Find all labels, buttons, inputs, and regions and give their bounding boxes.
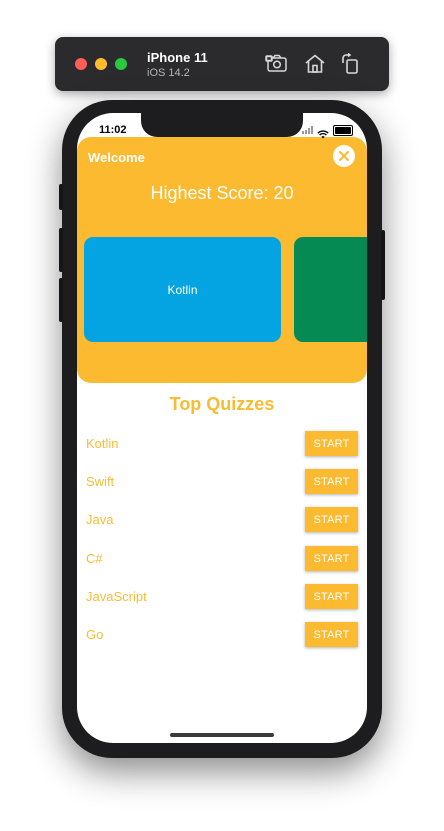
quiz-card[interactable]	[294, 237, 367, 342]
start-button-java[interactable]: START	[305, 507, 358, 532]
zoom-window-button[interactable]	[115, 58, 127, 70]
list-item: Swift START	[77, 469, 367, 495]
list-item: Java START	[77, 507, 367, 533]
list-item: JavaScript START	[77, 584, 367, 610]
signal-icon	[302, 126, 313, 134]
start-button-csharp[interactable]: START	[305, 546, 358, 571]
wifi-icon	[317, 126, 329, 138]
power-button	[381, 230, 385, 300]
list-item: C# START	[77, 546, 367, 572]
start-button-swift[interactable]: START	[305, 469, 358, 494]
start-button-kotlin[interactable]: START	[305, 431, 358, 456]
highest-score: Highest Score: 20	[150, 183, 294, 203]
list-item: Kotlin START	[77, 431, 367, 457]
status-indicators	[302, 124, 353, 138]
status-time: 11:02	[99, 124, 127, 136]
volume-down-button	[59, 278, 63, 322]
notch	[141, 113, 303, 137]
close-button[interactable]	[333, 145, 355, 167]
device-name: iPhone 11	[147, 50, 208, 65]
quiz-name: Swift	[86, 474, 115, 489]
start-button-go[interactable]: START	[305, 622, 358, 647]
screenshot-icon[interactable]	[265, 52, 289, 76]
home-icon[interactable]	[303, 52, 327, 76]
welcome-label: Welcome	[88, 150, 145, 165]
header-panel: Welcome Highest Score: 20 Kotlin	[77, 137, 367, 383]
volume-up-button	[59, 228, 63, 272]
quiz-name: Go	[86, 627, 104, 642]
phone-screen: 11:02 Welcome Highest Score: 20 Kotlin T…	[77, 113, 367, 743]
quiz-name: Java	[86, 512, 114, 527]
start-button-javascript[interactable]: START	[305, 584, 358, 609]
phone-frame: 11:02 Welcome Highest Score: 20 Kotlin T…	[59, 100, 385, 758]
quiz-name: Kotlin	[86, 436, 119, 451]
quiz-name: JavaScript	[86, 589, 147, 604]
minimize-window-button[interactable]	[95, 58, 107, 70]
quiz-name: C#	[86, 551, 103, 566]
close-icon	[339, 151, 349, 161]
home-indicator[interactable]	[170, 733, 274, 737]
close-window-button[interactable]	[75, 58, 87, 70]
quiz-card-kotlin[interactable]: Kotlin	[84, 237, 281, 342]
battery-icon	[333, 124, 353, 136]
device-os-version: iOS 14.2	[147, 67, 190, 79]
mute-switch	[59, 184, 63, 210]
quiz-card-label: Kotlin	[167, 282, 198, 297]
top-quizzes-title: Top Quizzes	[169, 394, 275, 414]
rotate-icon[interactable]	[339, 52, 363, 76]
simulator-toolbar: iPhone 11 iOS 14.2	[55, 37, 389, 91]
list-item: Go START	[77, 622, 367, 648]
